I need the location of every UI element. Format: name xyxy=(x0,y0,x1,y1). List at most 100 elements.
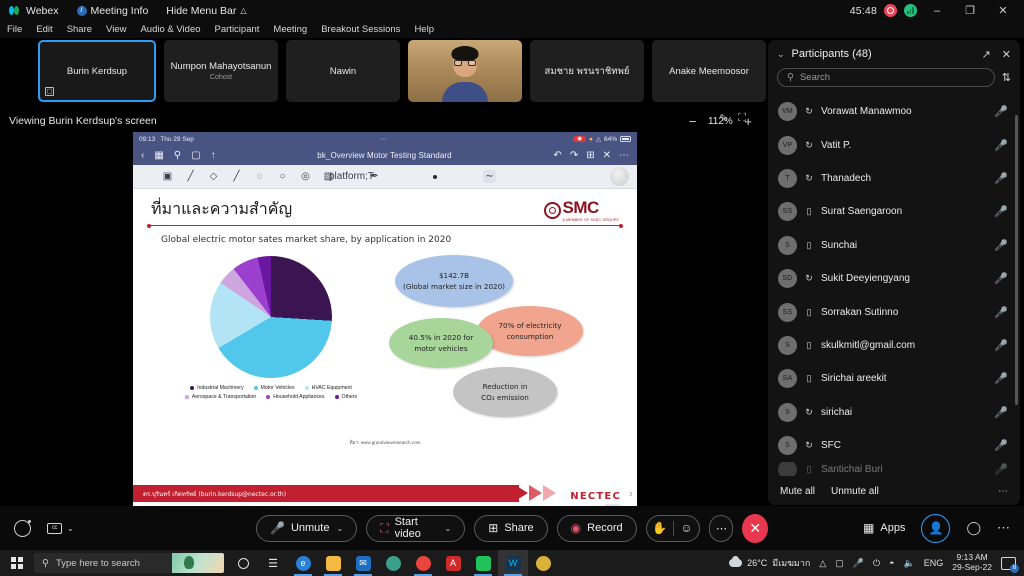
task-view-icon[interactable]: ☰ xyxy=(258,550,288,576)
thumbnails-grid-icon[interactable]: ▦ xyxy=(154,150,163,161)
shared-screen-content[interactable]: 09:13 Thu 29 Sep ⋯ ◉ ● △ 64% ‹ ▦ ⚲ ▢ ↑ b… xyxy=(133,132,637,510)
mic-muted-icon[interactable]: 🎤 xyxy=(994,463,1008,476)
participant-row[interactable]: SS ▯ Surat Saengaroon 🎤 xyxy=(768,195,1020,228)
menu-item-file[interactable]: File xyxy=(0,24,29,35)
tray-mic-icon[interactable]: 🎤 xyxy=(853,558,864,569)
chevron-down-icon[interactable]: ⌄ xyxy=(777,49,785,60)
popout-panel-icon[interactable]: ↗ xyxy=(982,48,991,61)
video-options-caret-icon[interactable]: ⌄ xyxy=(445,524,452,533)
annotate-icon[interactable]: ✎ xyxy=(719,112,728,125)
participant-row[interactable]: S ↻ SFC 🎤 xyxy=(768,429,1020,462)
close-window-button[interactable]: ✕ xyxy=(990,0,1016,21)
participant-row[interactable]: SS ▯ Sorrakan Sutinno 🎤 xyxy=(768,295,1020,328)
share-button[interactable]: ⊞ Share xyxy=(474,514,548,542)
participant-row[interactable]: SA ▯ Sirichai areekit 🎤 xyxy=(768,362,1020,395)
mic-muted-icon[interactable]: 🎤 xyxy=(994,272,1008,285)
color-swatch-icon[interactable] xyxy=(433,174,437,179)
sticker-icon[interactable]: ◎ xyxy=(299,170,312,183)
sort-participants-icon[interactable]: ⇅ xyxy=(1002,71,1011,84)
unmute-button[interactable]: 🎤 Unmute ⌄ xyxy=(256,514,358,542)
menu-item-share[interactable]: Share xyxy=(60,24,99,35)
recording-indicator-icon[interactable] xyxy=(884,4,897,17)
search-input[interactable]: ⚲ Search xyxy=(777,68,995,87)
mute-all-button[interactable]: Mute all xyxy=(780,486,815,497)
stroke-style-icon[interactable]: ∼ xyxy=(483,170,496,183)
redo-icon[interactable]: ↷ xyxy=(570,150,578,161)
participant-row[interactable]: S ▯ Sunchai 🎤 xyxy=(768,229,1020,262)
tray-battery-icon[interactable]: ⏻ xyxy=(873,558,880,569)
laser-pointer-icon[interactable]: ✒ xyxy=(368,170,381,183)
add-page-icon[interactable]: ⊞ xyxy=(586,150,594,161)
mic-muted-icon[interactable]: 🎤 xyxy=(994,205,1008,218)
shapes-icon[interactable]: ◌ xyxy=(253,170,266,183)
menu-item-meeting[interactable]: Meeting xyxy=(266,24,314,35)
raise-hand-icon[interactable]: ✋ xyxy=(647,521,673,535)
weather-widget[interactable]: 26°C มีเมฆมาก xyxy=(729,556,810,570)
back-icon[interactable]: ‹ xyxy=(141,150,144,161)
layout-icon[interactable]: ▣ xyxy=(161,170,174,183)
zoom-out-button[interactable]: − xyxy=(689,114,697,129)
apps-button[interactable]: ▦ Apps xyxy=(863,521,905,535)
taskbar-line-icon[interactable] xyxy=(468,550,498,576)
mic-muted-icon[interactable]: 🎤 xyxy=(994,339,1008,352)
pin-icon[interactable]: ◻ xyxy=(45,87,54,96)
record-button[interactable]: ◉ Record xyxy=(556,514,637,542)
participant-row[interactable]: T ↻ Thanadech 🎤 xyxy=(768,162,1020,195)
document-title[interactable]: bk_Overview Motor Testing Standard xyxy=(317,151,451,160)
audio-options-caret-icon[interactable]: ⌄ xyxy=(336,524,343,533)
lasso-icon[interactable]: ○ xyxy=(276,170,289,183)
participant-row[interactable]: VP ↻ Vatit P. 🎤 xyxy=(768,128,1020,161)
reactions-group[interactable]: ✋ ☺ xyxy=(645,514,701,542)
search-icon[interactable]: ⚲ xyxy=(174,150,181,161)
start-video-button[interactable]: ⛶ Start video ⌄ xyxy=(366,514,466,542)
menu-item-participant[interactable]: Participant xyxy=(208,24,267,35)
thumbnail-burin-kerdsup[interactable]: Burin Kerdsup ◻ xyxy=(38,40,156,102)
participant-row[interactable]: SD ↻ Sukit Deeyiengyang 🎤 xyxy=(768,262,1020,295)
chat-icon[interactable]: ◯ xyxy=(966,520,981,536)
close-panel-icon[interactable]: ✕ xyxy=(1002,48,1011,61)
captions-caret-icon[interactable]: ⌄ xyxy=(67,524,74,533)
pen-icon[interactable]: ╱ xyxy=(184,170,197,183)
end-meeting-button[interactable]: ✕ xyxy=(742,513,768,543)
tray-language-indicator[interactable]: ENG xyxy=(924,558,944,568)
mic-muted-icon[interactable]: 🎤 xyxy=(994,172,1008,185)
more-panels-icon[interactable]: ⋯ xyxy=(997,520,1010,536)
taskbar-webex-icon[interactable]: W xyxy=(498,550,528,576)
hide-menu-bar-button[interactable]: Hide Menu Bar △ xyxy=(157,5,255,17)
network-quality-icon[interactable] xyxy=(904,4,917,17)
panel-more-options-icon[interactable]: ⋯ xyxy=(998,486,1008,497)
highlighter-icon[interactable]: ╱ xyxy=(230,170,243,183)
taskbar-clock[interactable]: 9:13 AM 29-Sep-22 xyxy=(952,552,992,573)
menu-item-help[interactable]: Help xyxy=(407,24,441,35)
participants-toggle-button[interactable]: 👤 xyxy=(921,513,951,543)
mic-muted-icon[interactable]: 🎤 xyxy=(994,239,1008,252)
cortana-icon[interactable] xyxy=(228,550,258,576)
participant-row[interactable]: S ▯ skulkmitl@gmail.com 🎤 xyxy=(768,329,1020,362)
participant-row[interactable]: ▯ Santichai Buri 🎤 xyxy=(768,462,1020,477)
emoji-reaction-icon[interactable]: ☺ xyxy=(674,521,700,535)
menu-item-edit[interactable]: Edit xyxy=(29,24,59,35)
taskbar-chrome-icon[interactable] xyxy=(408,550,438,576)
mic-muted-icon[interactable]: 🎤 xyxy=(994,105,1008,118)
eraser-icon[interactable]: ◇ xyxy=(207,170,220,183)
mic-muted-icon[interactable]: 🎤 xyxy=(994,372,1008,385)
more-controls-button[interactable]: ⋯ xyxy=(709,514,734,542)
meeting-info-button[interactable]: Meeting Info xyxy=(68,5,158,17)
tray-overflow-icon[interactable]: △ xyxy=(819,558,826,569)
participants-list[interactable]: VM ↻ Vorawat Manawmoo 🎤 VP ↻ Vatit P. 🎤 T ↻ Thanad… xyxy=(768,93,1020,477)
thumbnail-somchai[interactable]: สมชาย พรนราชิทพย์ xyxy=(530,40,644,102)
closed-captions-button[interactable]: cc ⌄ xyxy=(47,522,74,534)
thumbnail-anake-meemoosor[interactable]: Anake Meemoosor xyxy=(652,40,766,102)
mic-muted-icon[interactable]: 🎤 xyxy=(994,139,1008,152)
mic-muted-icon[interactable]: 🎤 xyxy=(994,406,1008,419)
start-button[interactable] xyxy=(0,550,34,576)
thumbnail-nawin[interactable]: Nawin xyxy=(286,40,400,102)
participants-scrollbar[interactable] xyxy=(1015,115,1018,405)
participant-row[interactable]: VM ↻ Vorawat Manawmoo 🎤 xyxy=(768,95,1020,128)
taskbar-misc-icon[interactable] xyxy=(528,550,558,576)
thumbnail-video-feed[interactable] xyxy=(408,40,522,102)
menu-item-view[interactable]: View xyxy=(99,24,133,35)
fullscreen-icon[interactable]: ⛶ xyxy=(738,112,746,125)
unmute-all-button[interactable]: Unmute all xyxy=(831,486,879,497)
menu-item-audio-video[interactable]: Audio & Video xyxy=(133,24,207,35)
